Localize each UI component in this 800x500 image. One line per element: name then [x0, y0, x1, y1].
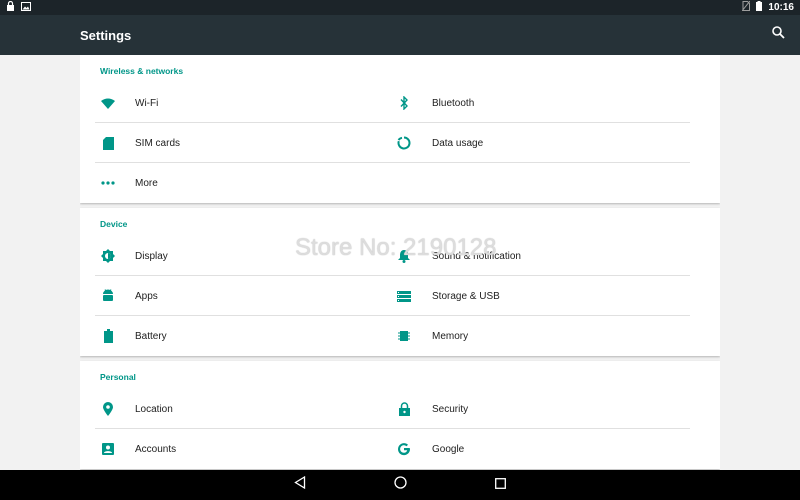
status-right: 10:16: [742, 0, 794, 14]
home-icon: [393, 476, 407, 494]
battery-icon: [100, 328, 116, 344]
settings-item-bluetooth[interactable]: Bluetooth: [392, 83, 704, 123]
section-wireless-networks: Wireless & networks Wi-Fi Bluetooth SIM …: [80, 55, 720, 203]
storage-icon: [396, 288, 412, 304]
google-icon: [396, 441, 412, 457]
item-label: Storage & USB: [432, 290, 500, 302]
page-title: Settings: [80, 27, 132, 43]
battery-icon: [756, 1, 763, 14]
back-button[interactable]: [290, 475, 310, 495]
settings-item-memory[interactable]: Memory: [392, 316, 704, 356]
item-label: SIM cards: [135, 137, 181, 149]
watermark: Store No: 2190128: [295, 234, 497, 261]
section-title: Device: [100, 219, 128, 229]
section-title: Personal: [100, 372, 136, 382]
settings-item-google[interactable]: Google: [392, 429, 704, 469]
settings-item-storage-usb[interactable]: Storage & USB: [392, 276, 704, 316]
location-icon: [100, 401, 116, 417]
search-icon: [771, 26, 785, 44]
section-title: Wireless & networks: [100, 66, 184, 76]
item-label: Memory: [432, 330, 469, 342]
display-icon: [100, 248, 116, 264]
search-button[interactable]: [768, 25, 788, 45]
divider: [392, 162, 690, 163]
item-label: More: [135, 177, 158, 189]
item-label: Battery: [135, 330, 167, 342]
image-icon: [21, 1, 31, 14]
lock-icon: [396, 401, 412, 417]
lock-icon: [6, 0, 15, 14]
bluetooth-icon: [396, 95, 412, 111]
item-label: Data usage: [432, 137, 484, 149]
sim-card-icon: [100, 135, 116, 151]
home-button[interactable]: [390, 475, 410, 495]
status-time: 10:16: [768, 2, 794, 13]
settings-item-wifi[interactable]: Wi-Fi: [80, 83, 392, 123]
no-sim-icon: [742, 0, 751, 14]
item-label: Wi-Fi: [135, 97, 159, 109]
item-label: Location: [135, 403, 173, 415]
section-personal: Personal Location Security Accounts Goog…: [80, 361, 720, 469]
more-icon: [100, 175, 116, 191]
settings-item-battery[interactable]: Battery: [80, 316, 392, 356]
navigation-bar: [0, 470, 800, 500]
settings-item-sim-cards[interactable]: SIM cards: [80, 123, 392, 163]
settings-item-apps[interactable]: Apps: [80, 276, 392, 316]
section-device: Device Display Sound & notification Apps…: [80, 208, 720, 356]
item-label: Display: [135, 250, 168, 262]
settings-item-accounts[interactable]: Accounts: [80, 429, 392, 469]
item-label: Security: [432, 403, 469, 415]
settings-item-security[interactable]: Security: [392, 389, 704, 429]
item-label: Bluetooth: [432, 97, 475, 109]
status-left: [6, 0, 31, 14]
wifi-icon: [100, 95, 116, 111]
settings-item-more[interactable]: More: [80, 163, 392, 203]
recents-button[interactable]: [490, 475, 510, 495]
settings-list[interactable]: Wireless & networks Wi-Fi Bluetooth SIM …: [80, 55, 720, 470]
data-usage-icon: [396, 135, 412, 151]
account-icon: [100, 441, 116, 457]
memory-icon: [396, 328, 412, 344]
item-label: Accounts: [135, 443, 177, 455]
android-icon: [100, 288, 116, 304]
settings-item-data-usage[interactable]: Data usage: [392, 123, 704, 163]
app-bar: Settings: [0, 15, 800, 55]
back-icon: [294, 475, 306, 494]
settings-item-location[interactable]: Location: [80, 389, 392, 429]
recents-icon: [494, 476, 506, 494]
item-label: Google: [432, 443, 465, 455]
item-label: Apps: [135, 290, 158, 302]
status-bar: 10:16: [0, 0, 800, 15]
